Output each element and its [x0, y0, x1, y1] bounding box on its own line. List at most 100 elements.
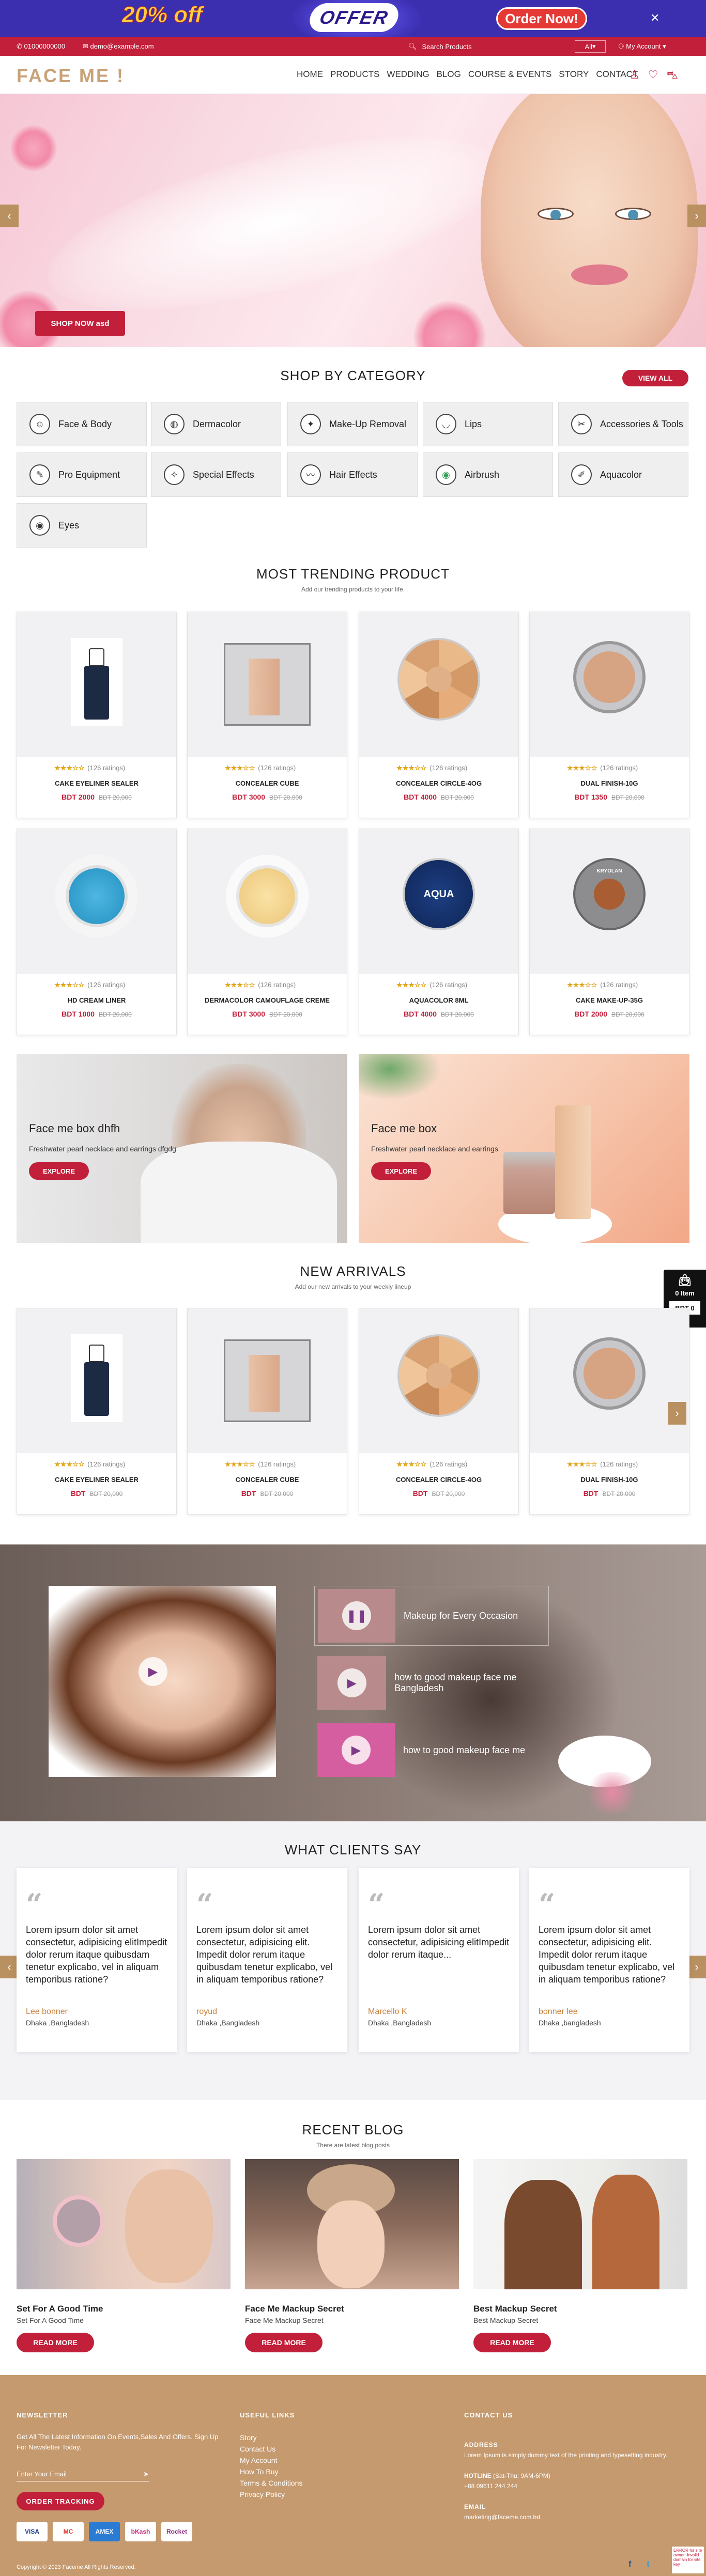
view-all-button[interactable]: VIEW ALL — [622, 370, 688, 386]
chevron-down-icon: ▾ — [592, 42, 596, 50]
product-image[interactable]: KRYOLAN — [530, 829, 689, 974]
product-name[interactable]: CONCEALER CUBE — [188, 779, 347, 787]
product-card[interactable]: ★★★☆☆ (126 ratings) CAKE EYELINER SEALER BD… — [17, 1308, 177, 1515]
read-more-button[interactable]: READ MORE — [17, 2333, 94, 2352]
product-name[interactable]: CONCEALER CUBE — [188, 1476, 347, 1484]
product-name[interactable]: DUAL FINISH-10G — [530, 779, 689, 787]
explore-button[interactable]: EXPLORE — [371, 1162, 431, 1180]
product-card[interactable]: ★★★☆☆ (126 ratings) DERMACOLOR CAMOUFLAGE … — [187, 829, 347, 1035]
category-airbrush[interactable]: ◉ Airbrush — [423, 452, 553, 497]
next-arrow[interactable]: › — [687, 1956, 706, 1978]
footer-link-terms[interactable]: Terms & Conditions — [240, 2477, 302, 2489]
product-card[interactable]: ★★★☆☆ (126 ratings) HD CREAM LINER BDT 1000… — [17, 829, 177, 1035]
prev-arrow[interactable]: ‹ — [0, 1956, 19, 1978]
product-card[interactable]: ★★★☆☆ (126 ratings) DUAL FINISH-10G BDT 135… — [529, 612, 689, 818]
next-arrow[interactable]: › — [668, 1402, 686, 1425]
hotline-number[interactable]: +88 09611 244 244 — [464, 2483, 517, 2490]
product-image[interactable] — [359, 612, 518, 757]
product-image[interactable] — [359, 1308, 518, 1453]
product-name[interactable]: AQUACOLOR 8ML — [359, 996, 518, 1004]
footer-link-account[interactable]: My Account — [240, 2455, 302, 2466]
read-more-button[interactable]: READ MORE — [473, 2333, 551, 2352]
nav-course-events[interactable]: COURSE & EVENTS — [468, 69, 552, 80]
product-image[interactable] — [17, 829, 176, 974]
product-card[interactable]: ★★★☆☆ (126 ratings) DUAL FINISH-10G BDT BDT … — [529, 1308, 689, 1515]
twitter-icon[interactable]: t — [647, 2560, 649, 2569]
footer-link-contact[interactable]: Contact Us — [240, 2443, 302, 2455]
product-card[interactable]: ★★★☆☆ (126 ratings) CONCEALER CUBE BDT 3000… — [187, 612, 347, 818]
nav-blog[interactable]: BLOG — [437, 69, 461, 80]
product-name[interactable]: CONCEALER CIRCLE-4OG — [359, 1476, 518, 1484]
next-slide-arrow[interactable]: › — [687, 205, 706, 227]
category-makeup-removal[interactable]: ✦ Make-Up Removal — [287, 402, 418, 446]
cart-icon[interactable]: ⛍ — [666, 68, 678, 83]
product-name[interactable]: CAKE MAKE-UP-35G — [530, 996, 689, 1004]
footer-link-story[interactable]: Story — [240, 2432, 302, 2443]
heart-icon[interactable]: ♡ — [648, 68, 658, 83]
category-hair-effects[interactable]: 〰 Hair Effects — [287, 452, 418, 497]
product-image[interactable] — [188, 612, 347, 757]
product-image[interactable] — [188, 829, 347, 974]
promo-banner[interactable]: 20% off OFFER Order Now! ✕ — [0, 0, 706, 37]
category-accessories-tools[interactable]: ✂ Accessories & Tools — [558, 402, 688, 446]
my-account-label: My Account — [626, 42, 661, 50]
site-logo[interactable]: FACE ME ! — [17, 65, 125, 87]
read-more-button[interactable]: READ MORE — [245, 2333, 323, 2352]
close-icon[interactable]: ✕ — [650, 11, 659, 25]
category-dermacolor[interactable]: ◍ Dermacolor — [151, 402, 281, 446]
video-item[interactable]: ▶ how to good makeup face me — [314, 1720, 549, 1780]
user-icon[interactable]: ♙ — [630, 68, 640, 83]
nav-story[interactable]: STORY — [559, 69, 589, 80]
product-card[interactable]: AQUA ★★★☆☆ (126 ratings) AQUACOLOR 8ML BDT 4… — [359, 829, 519, 1035]
nav-wedding[interactable]: WEDDING — [387, 69, 429, 80]
order-tracking-button[interactable]: ORDER TRACKING — [17, 2492, 104, 2510]
product-image[interactable] — [17, 612, 176, 757]
blog-card[interactable]: Best Mackup Secret Best Mackup Secret RE… — [473, 2159, 687, 2366]
product-name[interactable]: CAKE EYELINER SEALER — [17, 779, 176, 787]
old-price: BDT 20,000 — [260, 1490, 294, 1497]
my-account-menu[interactable]: ⚇ My Account ▾ — [618, 42, 666, 51]
category-select[interactable]: All ▾ — [575, 40, 606, 53]
product-name[interactable]: DUAL FINISH-10G — [530, 1476, 689, 1484]
product-card[interactable]: KRYOLAN ★★★☆☆ (126 ratings) CAKE MAKE-UP-35… — [529, 829, 689, 1035]
product-name[interactable]: CAKE EYELINER SEALER — [17, 1476, 176, 1484]
video-item[interactable]: ❚❚ Makeup for Every Occasion — [314, 1586, 549, 1646]
category-lips[interactable]: ◡ Lips — [423, 402, 553, 446]
product-name[interactable]: HD CREAM LINER — [17, 996, 176, 1004]
prev-slide-arrow[interactable]: ‹ — [0, 205, 19, 227]
search-input[interactable]: 🔍︎ Search Products — [408, 40, 563, 53]
product-image[interactable] — [530, 612, 689, 757]
video-item[interactable]: ▶ how to good makeup face me Bangladesh — [314, 1653, 549, 1713]
footer-link-privacy[interactable]: Privacy Policy — [240, 2489, 302, 2500]
shop-now-button[interactable]: SHOP NOW asd — [35, 311, 125, 336]
email-link[interactable]: ✉ demo@example.com — [83, 42, 154, 51]
play-icon[interactable]: ▶ — [139, 1657, 167, 1686]
product-image[interactable] — [188, 1308, 347, 1453]
footer-link-how-to-buy[interactable]: How To Buy — [240, 2466, 302, 2477]
category-face-body[interactable]: ☺ Face & Body — [17, 402, 147, 446]
facebook-icon[interactable]: f — [628, 2560, 631, 2569]
product-name[interactable]: DERMACOLOR CAMOUFLAGE CREME — [188, 996, 347, 1004]
nav-products[interactable]: PRODUCTS — [330, 69, 379, 80]
nav-home[interactable]: HOME — [297, 69, 323, 80]
order-now-button[interactable]: Order Now! — [496, 7, 587, 30]
newsletter-email-input[interactable]: Enter Your Email ➤ — [17, 2467, 149, 2481]
phone-link[interactable]: ✆ 01000000000 — [17, 42, 65, 51]
product-image[interactable] — [530, 1308, 689, 1453]
blog-card[interactable]: Set For A Good Time Set For A Good Time … — [17, 2159, 231, 2366]
product-name[interactable]: CONCEALER CIRCLE-4OG — [359, 779, 518, 787]
blog-card[interactable]: Face Me Mackup Secret Face Me Mackup Sec… — [245, 2159, 459, 2366]
product-card[interactable]: ★★★☆☆ (126 ratings) CAKE EYELINER SEALER BD… — [17, 612, 177, 818]
product-card[interactable]: ★★★☆☆ (126 ratings) CONCEALER CIRCLE-4OG BD… — [359, 612, 519, 818]
explore-button[interactable]: EXPLORE — [29, 1162, 89, 1180]
category-aquacolor[interactable]: ✐ Aquacolor — [558, 452, 688, 497]
product-image[interactable]: AQUA — [359, 829, 518, 974]
contact-email[interactable]: marketing@faceme.com.bd — [464, 2513, 540, 2521]
category-eyes[interactable]: ◉ Eyes — [17, 503, 147, 548]
product-image[interactable] — [17, 1308, 176, 1453]
product-card[interactable]: ★★★☆☆ (126 ratings) CONCEALER CIRCLE-4OG BD… — [359, 1308, 519, 1515]
rating-stars: ★★★☆☆ (126 ratings) — [396, 981, 468, 989]
category-pro-equipment[interactable]: ✎ Pro Equipment — [17, 452, 147, 497]
product-card[interactable]: ★★★☆☆ (126 ratings) CONCEALER CUBE BDT BDT 2… — [187, 1308, 347, 1515]
category-special-effects[interactable]: ✧ Special Effects — [151, 452, 281, 497]
